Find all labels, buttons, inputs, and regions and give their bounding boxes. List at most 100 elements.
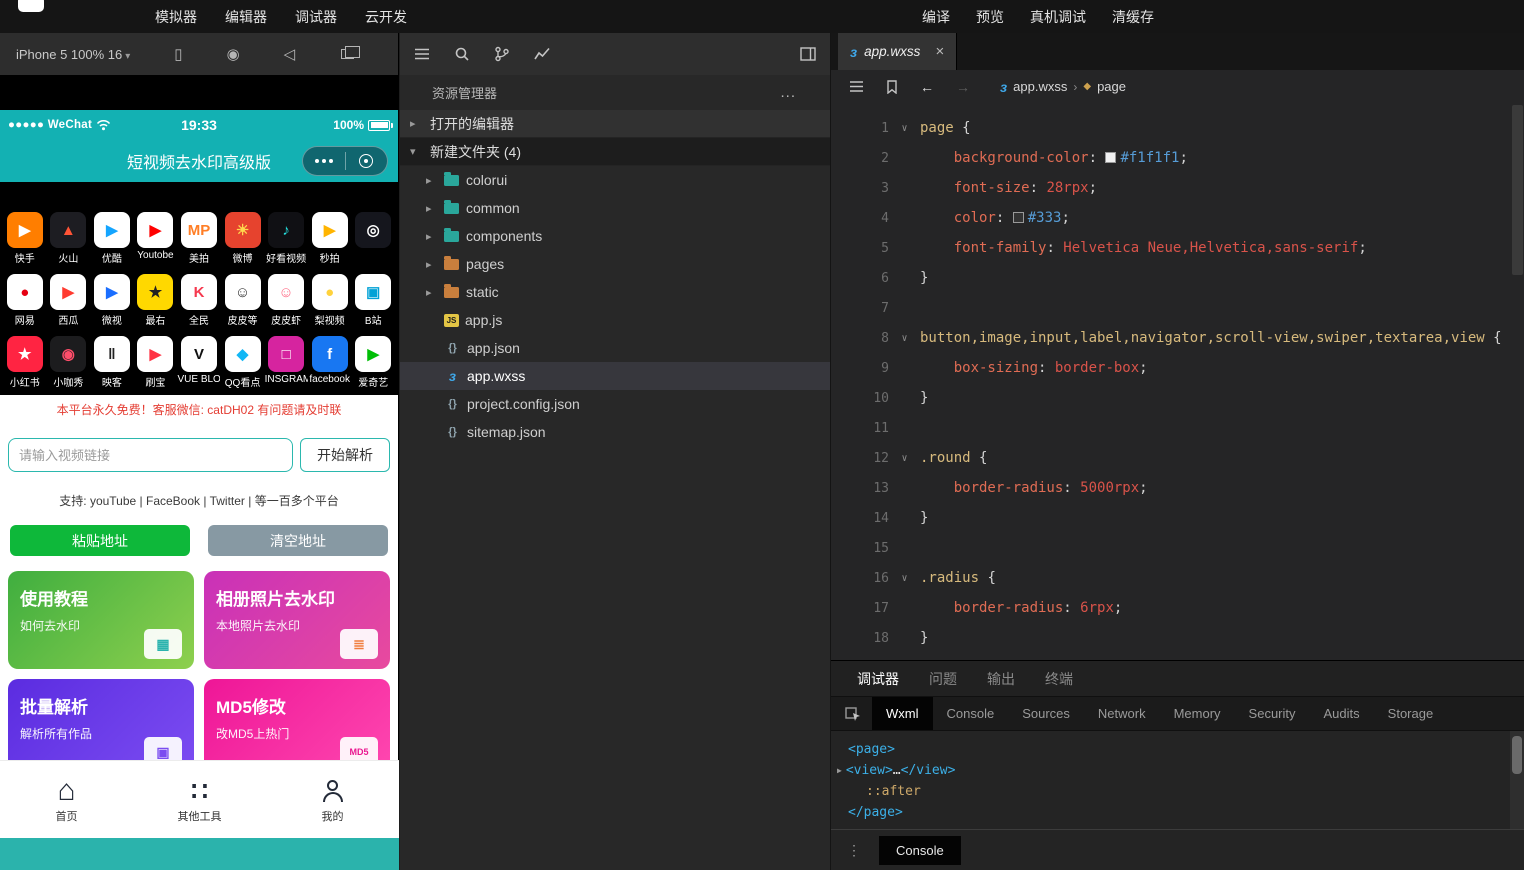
tree-item-row[interactable]: ▸ components	[400, 222, 830, 250]
fold-icon[interactable]: ∨	[889, 453, 920, 464]
search-icon[interactable]	[454, 46, 470, 62]
tree-item-row[interactable]: {} project.config.json	[400, 390, 830, 418]
devtools-tab-console[interactable]: Console	[933, 697, 1009, 730]
code-line[interactable]: 19	[831, 653, 1524, 660]
app-icon-cell[interactable]: ▣ B站	[351, 274, 395, 327]
chevron-icon[interactable]: ▾	[410, 145, 426, 158]
tree-section-row[interactable]: ▸ 打开的编辑器	[400, 110, 830, 138]
mute-icon[interactable]: ◁	[284, 47, 296, 62]
stats-icon[interactable]	[534, 47, 550, 61]
code-line[interactable]: 14}	[831, 503, 1524, 533]
app-icon-cell[interactable]: ☀ 微博	[221, 212, 265, 265]
code-line[interactable]: 3 font-size: 28rpx;	[831, 173, 1524, 203]
fold-icon[interactable]: ∨	[889, 573, 920, 584]
app-icon-cell[interactable]: f facebook	[308, 336, 352, 389]
devtools-tab-storage[interactable]: Storage	[1374, 697, 1448, 730]
chevron-icon[interactable]: ▸	[426, 174, 442, 187]
exit-button[interactable]	[346, 154, 388, 168]
chevron-icon[interactable]: ▸	[426, 230, 442, 243]
tree-item-row[interactable]: ▸ colorui	[400, 166, 830, 194]
close-tab-icon[interactable]: ×	[935, 43, 944, 60]
tree-item-row[interactable]: ▸ pages	[400, 250, 830, 278]
code-line[interactable]: 13 border-radius: 5000rpx;	[831, 473, 1524, 503]
app-icon-cell[interactable]: K 全民	[177, 274, 221, 327]
tree-item-row[interactable]: ɜ app.wxss	[400, 362, 830, 390]
record-icon[interactable]: ◉	[227, 47, 240, 62]
app-icon-cell[interactable]: ‖ 映客	[90, 336, 134, 389]
outline-icon[interactable]	[849, 80, 864, 93]
fold-icon[interactable]: ∨	[889, 123, 920, 134]
app-icon-cell[interactable]: ▶ 微视	[90, 274, 134, 327]
navigate-forward-icon[interactable]: →	[956, 79, 970, 95]
chevron-icon[interactable]: ▸	[426, 202, 442, 215]
menu-item[interactable]: 编译	[922, 7, 950, 27]
tabbar-item-home[interactable]: ⌂ 首页	[0, 761, 133, 838]
chevron-icon[interactable]: ▸	[410, 117, 426, 130]
expand-arrow-icon[interactable]: ▶	[837, 766, 842, 775]
inspect-element-icon[interactable]	[845, 706, 862, 722]
app-icon-cell[interactable]: ▶ 秒拍	[308, 212, 352, 265]
clear-button[interactable]: 清空地址	[208, 525, 388, 556]
menu-icon[interactable]	[414, 47, 430, 61]
code-line[interactable]: 17 border-radius: 6rpx;	[831, 593, 1524, 623]
tree-section-row[interactable]: ▾ 新建文件夹 (4)	[400, 138, 830, 166]
devtools-tab-security[interactable]: Security	[1235, 697, 1310, 730]
menu-item[interactable]: 调试器	[295, 7, 337, 27]
app-icon-cell[interactable]: ▶ Youtobe	[134, 212, 178, 265]
tree-item-row[interactable]: {} app.json	[400, 334, 830, 362]
debugger-tab[interactable]: 调试器	[857, 669, 899, 689]
tabbar-item-profile[interactable]: 我的	[266, 761, 399, 838]
device-selector[interactable]: iPhone 5 100% 16	[16, 47, 130, 62]
breadcrumb-file[interactable]: app.wxss	[1013, 79, 1067, 94]
device-frame-icon[interactable]: ▯	[174, 47, 182, 62]
code-line[interactable]: 11	[831, 413, 1524, 443]
dom-scrollbar-thumb[interactable]	[1512, 736, 1522, 774]
devtools-tab-wxml[interactable]: Wxml	[872, 697, 933, 730]
menu-item[interactable]: 编辑器	[225, 7, 267, 27]
fold-icon[interactable]: ∨	[889, 333, 920, 344]
app-icon-cell[interactable]: ☺ 皮皮等	[221, 274, 265, 327]
video-link-input[interactable]	[8, 438, 293, 472]
code-line[interactable]: 10}	[831, 383, 1524, 413]
paste-button[interactable]: 粘贴地址	[10, 525, 190, 556]
detach-window-icon[interactable]	[341, 46, 361, 59]
app-icon-cell[interactable]: ◎	[351, 212, 395, 265]
tree-item-row[interactable]: {} sitemap.json	[400, 418, 830, 446]
code-line[interactable]: 5 font-family: Helvetica Neue,Helvetica,…	[831, 233, 1524, 263]
app-icon-cell[interactable]: V VUE BLOG	[177, 336, 221, 389]
menu-item[interactable]: 真机调试	[1030, 7, 1086, 27]
navigate-back-icon[interactable]: ←	[920, 79, 934, 95]
feature-card[interactable]: 使用教程 如何去水印 ▦	[8, 571, 194, 669]
feature-card[interactable]: 相册照片去水印 本地照片去水印 ≣	[204, 571, 390, 669]
editor-tab-app-wxss[interactable]: ɜ app.wxss ×	[838, 33, 958, 70]
breadcrumb-symbol[interactable]: page	[1097, 79, 1126, 94]
app-icon-cell[interactable]: MP 美拍	[177, 212, 221, 265]
app-icon-cell[interactable]: ● 梨视频	[308, 274, 352, 327]
app-icon-cell[interactable]: ◆ QQ看点	[221, 336, 265, 389]
dom-line[interactable]: ::after	[831, 781, 1524, 802]
code-line[interactable]: 1 ∨ page {	[831, 113, 1524, 143]
menu-item[interactable]: 清缓存	[1112, 7, 1154, 27]
app-icon-cell[interactable]: □ INSGRAM	[264, 336, 308, 389]
code-editor[interactable]: 1 ∨ page {2 background-color: #f1f1f1; 3 fo…	[831, 103, 1524, 660]
devtools-tab-memory[interactable]: Memory	[1160, 697, 1235, 730]
code-line[interactable]: 15	[831, 533, 1524, 563]
app-icon-cell[interactable]: ▶ 刷宝	[134, 336, 178, 389]
app-icon-cell[interactable]: ▶ 快手	[3, 212, 47, 265]
code-line[interactable]: 6}	[831, 263, 1524, 293]
code-line[interactable]: 16 ∨ .radius {	[831, 563, 1524, 593]
menu-item[interactable]: 模拟器	[155, 7, 197, 27]
devtools-tab-network[interactable]: Network	[1084, 697, 1160, 730]
menu-item[interactable]: 云开发	[365, 7, 407, 27]
app-icon-cell[interactable]: ▲ 火山	[47, 212, 91, 265]
code-line[interactable]: 12 ∨ .round {	[831, 443, 1524, 473]
debugger-tab[interactable]: 输出	[987, 669, 1015, 689]
app-icon-cell[interactable]: ♪ 好看视频	[264, 212, 308, 265]
dom-scrollbar[interactable]	[1510, 731, 1524, 829]
more-button[interactable]	[303, 159, 345, 163]
app-icon-cell[interactable]: ▶ 优酷	[90, 212, 134, 265]
app-icon-cell[interactable]: ● 网易	[3, 274, 47, 327]
console-drawer-tab[interactable]: Console	[879, 835, 961, 865]
app-icon-cell[interactable]: ▶ 西瓜	[47, 274, 91, 327]
code-line[interactable]: 7	[831, 293, 1524, 323]
